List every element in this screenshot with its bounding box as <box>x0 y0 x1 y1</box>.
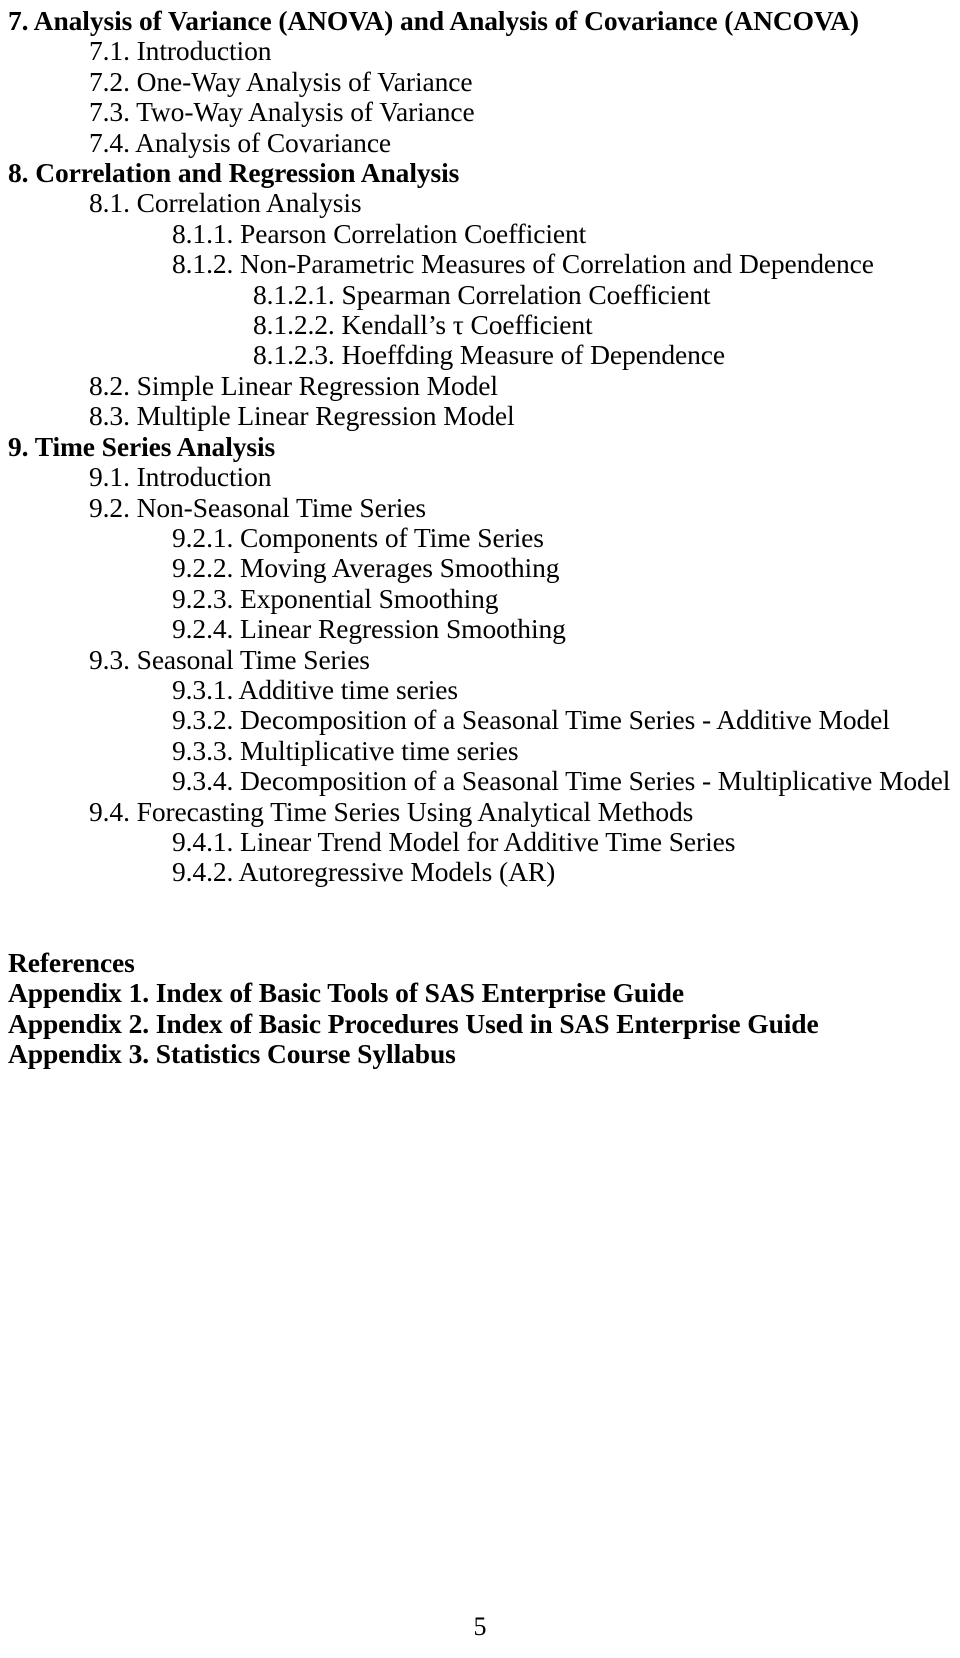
toc-entry: 9.2.4. Linear Regression Smoothing <box>172 613 566 645</box>
toc-entry: 9.2.1. Components of Time Series <box>172 521 544 553</box>
toc-entry: 8.3. Multiple Linear Regression Model <box>89 400 515 432</box>
table-of-contents: 7. Analysis of Variance (ANOVA) and Anal… <box>8 5 951 888</box>
toc-entry: 9.2.2. Moving Averages Smoothing <box>172 552 560 584</box>
backmatter-entry: Appendix 1. Index of Basic Tools of SAS … <box>8 977 684 1009</box>
backmatter-entry: Appendix 2. Index of Basic Procedures Us… <box>8 1007 819 1039</box>
document-page: 7. Analysis of Variance (ANOVA) and Anal… <box>0 0 960 1658</box>
toc-entry: 7.4. Analysis of Covariance <box>89 126 392 158</box>
toc-entry: 9.3.3. Multiplicative time series <box>172 734 519 766</box>
toc-entry: 9.4. Forecasting Time Series Using Analy… <box>89 795 694 827</box>
toc-entry: 9.3.4. Decomposition of a Seasonal Time … <box>172 765 951 797</box>
toc-entry: 8. Correlation and Regression Analysis <box>8 157 460 189</box>
toc-entry: 9.2.3. Exponential Smoothing <box>172 582 499 614</box>
toc-entry: 9.3. Seasonal Time Series <box>89 643 370 675</box>
toc-entry: 8.1.2. Non-Parametric Measures of Correl… <box>172 248 874 280</box>
toc-entry: 8.1. Correlation Analysis <box>89 187 362 219</box>
toc-entry: 7.3. Two-Way Analysis of Variance <box>89 96 475 128</box>
toc-entry: 8.1.2.3. Hoeffding Measure of Dependence <box>253 339 726 371</box>
toc-entry: 8.1.2.1. Spearman Correlation Coefficien… <box>253 278 711 310</box>
backmatter-entry: Appendix 3. Statistics Course Syllabus <box>8 1038 456 1069</box>
toc-entry: 9.2. Non-Seasonal Time Series <box>89 491 427 523</box>
toc-entry: 9. Time Series Analysis <box>8 430 276 462</box>
toc-entry: 7. Analysis of Variance (ANOVA) and Anal… <box>8 5 859 36</box>
backmatter-entry: References <box>8 946 135 978</box>
toc-entry: 9.3.2. Decomposition of a Seasonal Time … <box>172 704 890 736</box>
toc-entry: 9.3.1. Additive time series <box>172 673 459 705</box>
toc-entry: 8.2. Simple Linear Regression Model <box>89 369 498 401</box>
toc-entry: 8.1.2.2. Kendall’s τ Coefficient <box>253 309 593 341</box>
toc-entry: 7.1. Introduction <box>89 35 272 67</box>
backmatter-list: References Appendix 1. Index of Basic Too… <box>8 946 946 1070</box>
toc-entry: 8.1.1. Pearson Correlation Coefficient <box>172 217 587 249</box>
toc-entry: 9.1. Introduction <box>89 461 272 493</box>
toc-entry: 9.4.2. Autoregressive Models (AR) <box>172 856 556 888</box>
toc-entry: 7.2. One-Way Analysis of Variance <box>89 65 473 97</box>
toc-entry: 9.4.1. Linear Trend Model for Additive T… <box>172 825 736 857</box>
page-number: 5 <box>473 1612 487 1641</box>
